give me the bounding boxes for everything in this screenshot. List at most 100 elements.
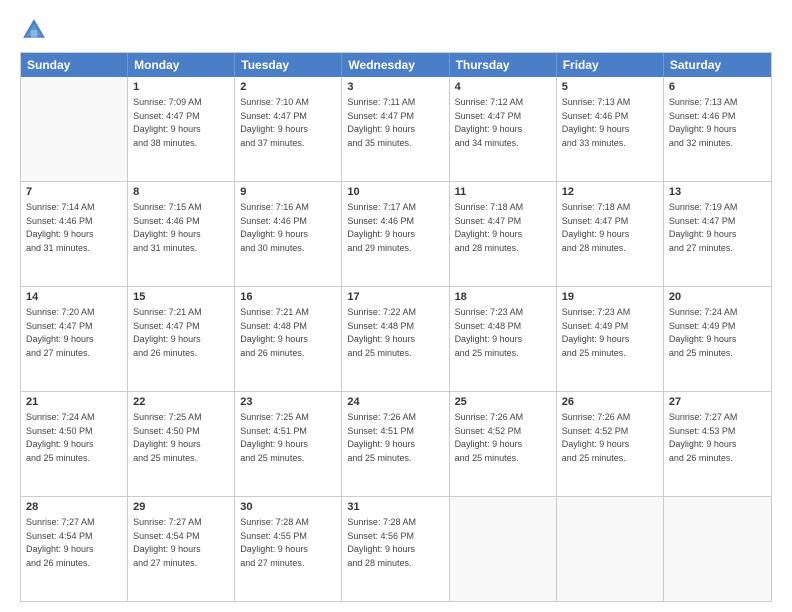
calendar-header: SundayMondayTuesdayWednesdayThursdayFrid… bbox=[21, 53, 771, 77]
calendar-cell: 1 Sunrise: 7:09 AM Sunset: 4:47 PM Daylig… bbox=[128, 77, 235, 181]
calendar-cell: 11Sunrise: 7:18 AM Sunset: 4:47 PM Dayli… bbox=[450, 182, 557, 286]
day-number: 25 bbox=[455, 395, 551, 410]
cell-info: Sunrise: 7:26 AM Sunset: 4:52 PM Dayligh… bbox=[562, 412, 631, 463]
cell-info: Sunrise: 7:26 AM Sunset: 4:51 PM Dayligh… bbox=[347, 412, 416, 463]
cell-info: Sunrise: 7:28 AM Sunset: 4:56 PM Dayligh… bbox=[347, 517, 416, 568]
calendar-cell: 6 Sunrise: 7:13 AM Sunset: 4:46 PM Daylig… bbox=[664, 77, 771, 181]
cell-info: Sunrise: 7:18 AM Sunset: 4:47 PM Dayligh… bbox=[562, 202, 631, 253]
logo bbox=[20, 16, 52, 44]
cal-header-cell: Sunday bbox=[21, 53, 128, 77]
day-number: 8 bbox=[133, 185, 229, 200]
calendar-cell bbox=[557, 497, 664, 601]
calendar-cell: 17 Sunrise: 7:22 AM Sunset: 4:48 PM Dayli… bbox=[342, 287, 449, 391]
calendar-cell bbox=[664, 497, 771, 601]
cell-info: Sunrise: 7:23 AM Sunset: 4:49 PM Dayligh… bbox=[562, 307, 631, 358]
cell-info: Sunrise: 7:13 AM Sunset: 4:46 PM Dayligh… bbox=[562, 97, 631, 148]
calendar-cell: 27Sunrise: 7:27 AM Sunset: 4:53 PM Dayli… bbox=[664, 392, 771, 496]
cell-info: Sunrise: 7:11 AM Sunset: 4:47 PM Dayligh… bbox=[347, 97, 415, 148]
cell-info: Sunrise: 7:23 AM Sunset: 4:48 PM Dayligh… bbox=[455, 307, 524, 358]
cal-header-cell: Thursday bbox=[450, 53, 557, 77]
calendar-cell: 16 Sunrise: 7:21 AM Sunset: 4:48 PM Dayli… bbox=[235, 287, 342, 391]
day-number: 19 bbox=[562, 290, 658, 305]
calendar-cell: 28 Sunrise: 7:27 AM Sunset: 4:54 PM Dayli… bbox=[21, 497, 128, 601]
day-number: 5 bbox=[562, 80, 658, 95]
calendar-row: 1 Sunrise: 7:09 AM Sunset: 4:47 PM Daylig… bbox=[21, 77, 771, 182]
cell-info: Sunrise: 7:17 AM Sunset: 4:46 PM Dayligh… bbox=[347, 202, 416, 253]
day-number: 13 bbox=[669, 185, 766, 200]
day-number: 31 bbox=[347, 500, 443, 515]
header bbox=[20, 16, 772, 44]
calendar-cell: 22 Sunrise: 7:25 AM Sunset: 4:50 PM Dayli… bbox=[128, 392, 235, 496]
cell-info: Sunrise: 7:27 AM Sunset: 4:54 PM Dayligh… bbox=[26, 517, 95, 568]
cell-info: Sunrise: 7:12 AM Sunset: 4:47 PM Dayligh… bbox=[455, 97, 524, 148]
calendar-cell: 29Sunrise: 7:27 AM Sunset: 4:54 PM Dayli… bbox=[128, 497, 235, 601]
cell-info: Sunrise: 7:22 AM Sunset: 4:48 PM Dayligh… bbox=[347, 307, 416, 358]
calendar-cell: 4 Sunrise: 7:12 AM Sunset: 4:47 PM Daylig… bbox=[450, 77, 557, 181]
cell-info: Sunrise: 7:10 AM Sunset: 4:47 PM Dayligh… bbox=[240, 97, 309, 148]
day-number: 1 bbox=[133, 80, 229, 95]
logo-icon bbox=[20, 16, 48, 44]
calendar: SundayMondayTuesdayWednesdayThursdayFrid… bbox=[20, 52, 772, 602]
calendar-cell: 12 Sunrise: 7:18 AM Sunset: 4:47 PM Dayli… bbox=[557, 182, 664, 286]
calendar-row: 28 Sunrise: 7:27 AM Sunset: 4:54 PM Dayli… bbox=[21, 497, 771, 601]
calendar-cell: 31 Sunrise: 7:28 AM Sunset: 4:56 PM Dayli… bbox=[342, 497, 449, 601]
day-number: 17 bbox=[347, 290, 443, 305]
cell-info: Sunrise: 7:15 AM Sunset: 4:46 PM Dayligh… bbox=[133, 202, 202, 253]
cell-info: Sunrise: 7:09 AM Sunset: 4:47 PM Dayligh… bbox=[133, 97, 202, 148]
calendar-cell: 3 Sunrise: 7:11 AM Sunset: 4:47 PM Daylig… bbox=[342, 77, 449, 181]
day-number: 10 bbox=[347, 185, 443, 200]
day-number: 16 bbox=[240, 290, 336, 305]
calendar-row: 14 Sunrise: 7:20 AM Sunset: 4:47 PM Dayli… bbox=[21, 287, 771, 392]
calendar-cell: 5 Sunrise: 7:13 AM Sunset: 4:46 PM Daylig… bbox=[557, 77, 664, 181]
cell-info: Sunrise: 7:26 AM Sunset: 4:52 PM Dayligh… bbox=[455, 412, 524, 463]
calendar-row: 7 Sunrise: 7:14 AM Sunset: 4:46 PM Daylig… bbox=[21, 182, 771, 287]
day-number: 6 bbox=[669, 80, 766, 95]
cell-info: Sunrise: 7:20 AM Sunset: 4:47 PM Dayligh… bbox=[26, 307, 95, 358]
calendar-row: 21Sunrise: 7:24 AM Sunset: 4:50 PM Dayli… bbox=[21, 392, 771, 497]
cell-info: Sunrise: 7:18 AM Sunset: 4:47 PM Dayligh… bbox=[455, 202, 524, 253]
day-number: 4 bbox=[455, 80, 551, 95]
cell-info: Sunrise: 7:19 AM Sunset: 4:47 PM Dayligh… bbox=[669, 202, 738, 253]
cell-info: Sunrise: 7:13 AM Sunset: 4:46 PM Dayligh… bbox=[669, 97, 738, 148]
calendar-cell: 10 Sunrise: 7:17 AM Sunset: 4:46 PM Dayli… bbox=[342, 182, 449, 286]
cell-info: Sunrise: 7:25 AM Sunset: 4:51 PM Dayligh… bbox=[240, 412, 309, 463]
day-number: 20 bbox=[669, 290, 766, 305]
calendar-cell: 15Sunrise: 7:21 AM Sunset: 4:47 PM Dayli… bbox=[128, 287, 235, 391]
cal-header-cell: Wednesday bbox=[342, 53, 449, 77]
day-number: 23 bbox=[240, 395, 336, 410]
day-number: 14 bbox=[26, 290, 122, 305]
cal-header-cell: Tuesday bbox=[235, 53, 342, 77]
calendar-cell: 8 Sunrise: 7:15 AM Sunset: 4:46 PM Daylig… bbox=[128, 182, 235, 286]
day-number: 28 bbox=[26, 500, 122, 515]
calendar-cell: 30 Sunrise: 7:28 AM Sunset: 4:55 PM Dayli… bbox=[235, 497, 342, 601]
calendar-cell: 26 Sunrise: 7:26 AM Sunset: 4:52 PM Dayli… bbox=[557, 392, 664, 496]
cell-info: Sunrise: 7:16 AM Sunset: 4:46 PM Dayligh… bbox=[240, 202, 309, 253]
calendar-cell: 9 Sunrise: 7:16 AM Sunset: 4:46 PM Daylig… bbox=[235, 182, 342, 286]
day-number: 30 bbox=[240, 500, 336, 515]
day-number: 9 bbox=[240, 185, 336, 200]
calendar-cell bbox=[21, 77, 128, 181]
cell-info: Sunrise: 7:25 AM Sunset: 4:50 PM Dayligh… bbox=[133, 412, 202, 463]
cell-info: Sunrise: 7:21 AM Sunset: 4:47 PM Dayligh… bbox=[133, 307, 202, 358]
calendar-cell: 23 Sunrise: 7:25 AM Sunset: 4:51 PM Dayli… bbox=[235, 392, 342, 496]
day-number: 22 bbox=[133, 395, 229, 410]
calendar-cell: 7 Sunrise: 7:14 AM Sunset: 4:46 PM Daylig… bbox=[21, 182, 128, 286]
day-number: 27 bbox=[669, 395, 766, 410]
cell-info: Sunrise: 7:27 AM Sunset: 4:54 PM Dayligh… bbox=[133, 517, 202, 568]
day-number: 18 bbox=[455, 290, 551, 305]
cell-info: Sunrise: 7:28 AM Sunset: 4:55 PM Dayligh… bbox=[240, 517, 309, 568]
cell-info: Sunrise: 7:21 AM Sunset: 4:48 PM Dayligh… bbox=[240, 307, 309, 358]
day-number: 12 bbox=[562, 185, 658, 200]
calendar-cell: 25 Sunrise: 7:26 AM Sunset: 4:52 PM Dayli… bbox=[450, 392, 557, 496]
day-number: 3 bbox=[347, 80, 443, 95]
day-number: 7 bbox=[26, 185, 122, 200]
day-number: 26 bbox=[562, 395, 658, 410]
day-number: 21 bbox=[26, 395, 122, 410]
cell-info: Sunrise: 7:14 AM Sunset: 4:46 PM Dayligh… bbox=[26, 202, 95, 253]
calendar-cell: 21Sunrise: 7:24 AM Sunset: 4:50 PM Dayli… bbox=[21, 392, 128, 496]
day-number: 2 bbox=[240, 80, 336, 95]
cal-header-cell: Saturday bbox=[664, 53, 771, 77]
day-number: 24 bbox=[347, 395, 443, 410]
calendar-cell: 20Sunrise: 7:24 AM Sunset: 4:49 PM Dayli… bbox=[664, 287, 771, 391]
calendar-cell: 24 Sunrise: 7:26 AM Sunset: 4:51 PM Dayli… bbox=[342, 392, 449, 496]
